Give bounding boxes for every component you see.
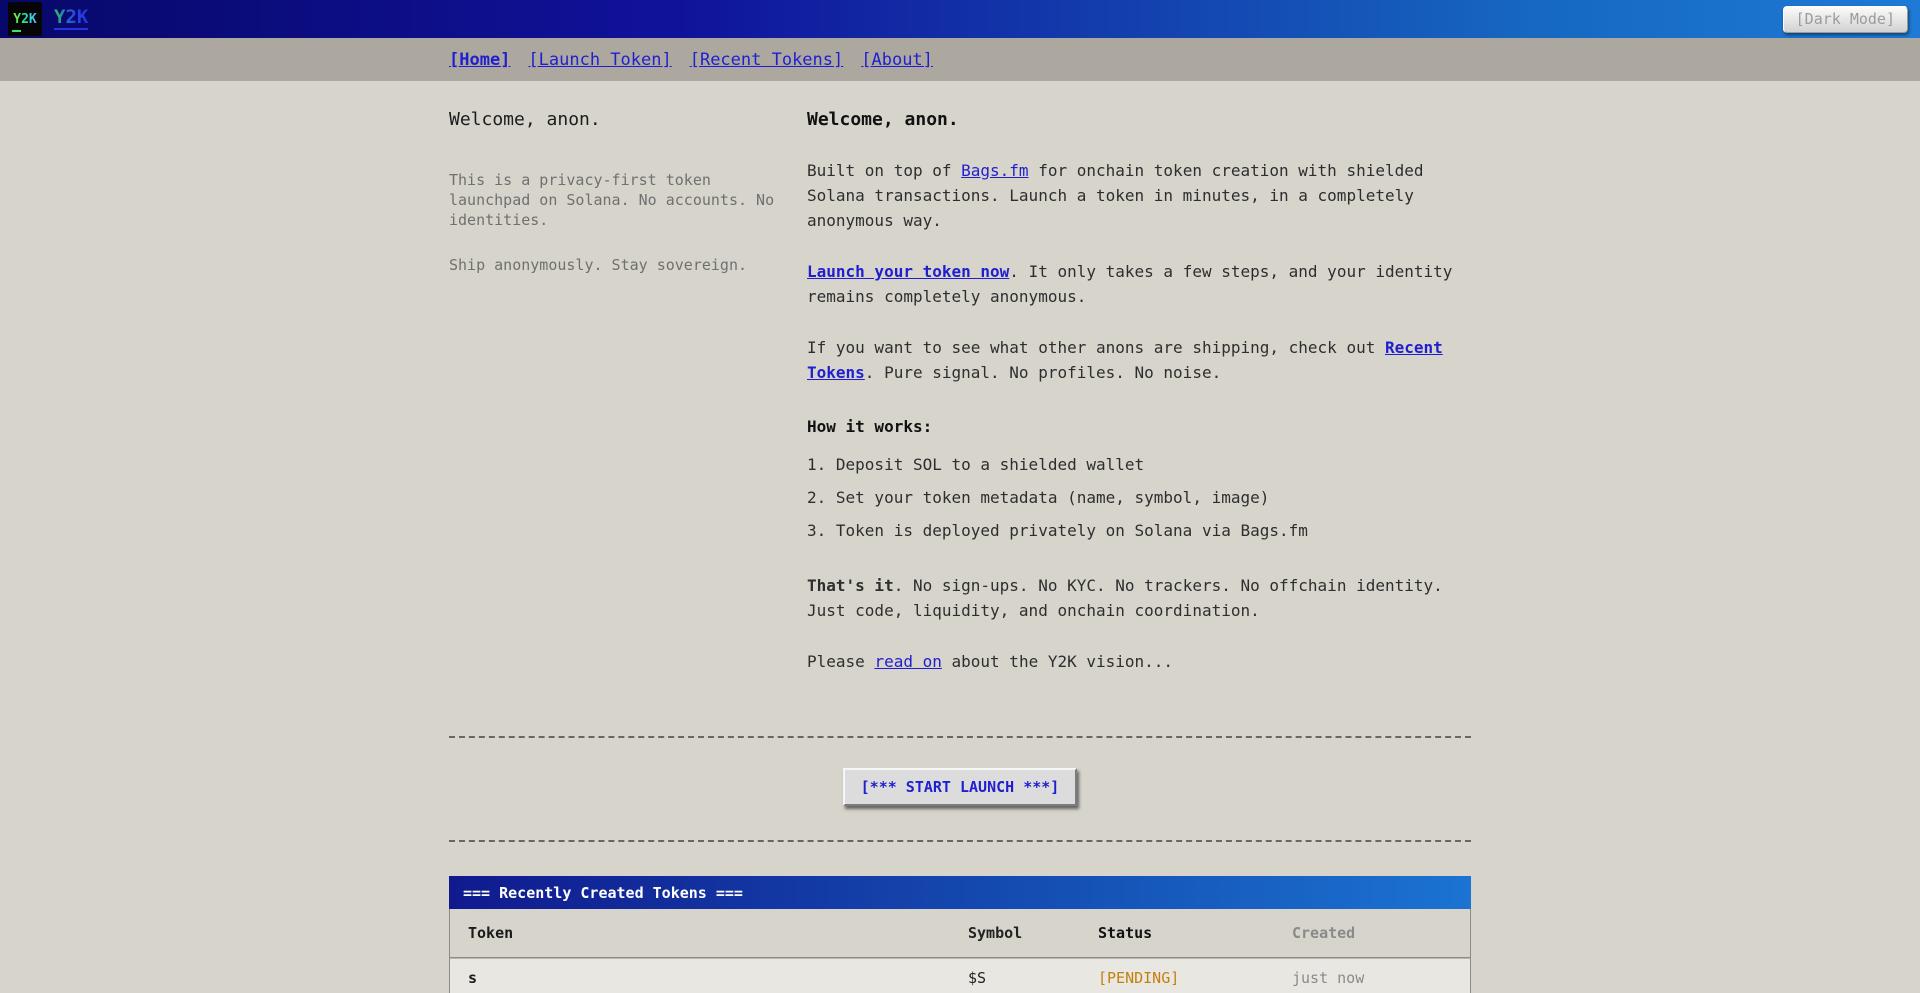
content-column: Welcome, anon. Built on top of Bags.fm f… [807, 109, 1471, 700]
col-header-token: Token [468, 924, 968, 942]
sidebar-heading: Welcome, anon. [449, 109, 779, 130]
token-name: s [468, 969, 968, 987]
sidebar-column: Welcome, anon. This is a privacy-first t… [449, 109, 779, 700]
recent-tokens-title-bar: === Recently Created Tokens === [449, 876, 1471, 909]
recent-tokens-panel: === Recently Created Tokens === Token Sy… [449, 876, 1471, 993]
read-on-post: about the Y2K vision... [942, 652, 1173, 671]
table-row[interactable]: s $S [PENDING] just now [450, 958, 1470, 993]
nav-link-launch-token[interactable]: [Launch Token] [528, 50, 671, 70]
how-it-works-list: 1. Deposit SOL to a shielded wallet 2. S… [807, 452, 1471, 543]
sidebar-paragraph-2: Ship anonymously. Stay sovereign. [449, 255, 779, 275]
how-it-works-heading: How it works: [807, 417, 1471, 436]
nav-link-about[interactable]: [About] [861, 50, 933, 70]
col-header-symbol: Symbol [968, 924, 1098, 942]
status-badge: [PENDING] [1098, 969, 1292, 987]
intro-text-pre: Built on top of [807, 161, 961, 180]
launch-paragraph: Launch your token now. It only takes a f… [807, 259, 1471, 309]
intro-paragraph: Built on top of Bags.fm for onchain toke… [807, 158, 1471, 233]
dark-mode-button[interactable]: [Dark Mode] [1783, 6, 1908, 33]
y2k-logo[interactable]: Y2K [8, 2, 42, 36]
tokens-table: Token Symbol Status Created s $S [PENDIN… [449, 909, 1471, 993]
step-1: 1. Deposit SOL to a shielded wallet [807, 452, 1471, 477]
thats-it-text: . No sign-ups. No KYC. No trackers. No o… [807, 576, 1443, 620]
y2k-logo-text: Y2K [13, 12, 36, 27]
main-container: Welcome, anon. This is a privacy-first t… [449, 81, 1471, 993]
bags-fm-link[interactable]: Bags.fm [961, 161, 1028, 180]
divider-bottom [449, 840, 1471, 842]
two-column-section: Welcome, anon. This is a privacy-first t… [449, 109, 1471, 700]
token-created: just now [1292, 969, 1456, 987]
nav-links: [Home] [Launch Token] [Recent Tokens] [A… [449, 50, 1471, 70]
read-on-paragraph: Please read on about the Y2K vision... [807, 649, 1471, 674]
launch-button-row: [*** START LAUNCH ***] [449, 768, 1471, 806]
page-title: Welcome, anon. [807, 109, 1471, 130]
col-header-created: Created [1292, 924, 1456, 942]
nav-bar: [Home] [Launch Token] [Recent Tokens] [A… [0, 38, 1920, 81]
divider-top [449, 736, 1471, 738]
nav-link-home[interactable]: [Home] [449, 50, 510, 70]
tokens-table-header: Token Symbol Status Created [450, 909, 1470, 958]
top-bar: Y2K Y2K [Dark Mode] [0, 0, 1920, 38]
launch-your-token-link[interactable]: Launch your token now [807, 262, 1009, 281]
recent-text-pre: If you want to see what other anons are … [807, 338, 1385, 357]
logo-cursor-icon [12, 30, 21, 32]
start-launch-button[interactable]: [*** START LAUNCH ***] [843, 768, 1078, 806]
brand-home-link[interactable]: Y2K [54, 8, 88, 30]
thats-it-paragraph: That's it. No sign-ups. No KYC. No track… [807, 573, 1471, 623]
read-on-pre: Please [807, 652, 874, 671]
token-symbol: $S [968, 969, 1098, 987]
recent-paragraph: If you want to see what other anons are … [807, 335, 1471, 385]
nav-link-recent-tokens[interactable]: [Recent Tokens] [690, 50, 844, 70]
recent-text-post: . Pure signal. No profiles. No noise. [865, 363, 1221, 382]
read-on-link[interactable]: read on [874, 652, 941, 671]
col-header-status: Status [1098, 924, 1292, 942]
step-3: 3. Token is deployed privately on Solana… [807, 518, 1471, 543]
step-2: 2. Set your token metadata (name, symbol… [807, 485, 1471, 510]
thats-it-bold: That's it [807, 576, 894, 595]
sidebar-paragraph-1: This is a privacy-first token launchpad … [449, 170, 779, 230]
